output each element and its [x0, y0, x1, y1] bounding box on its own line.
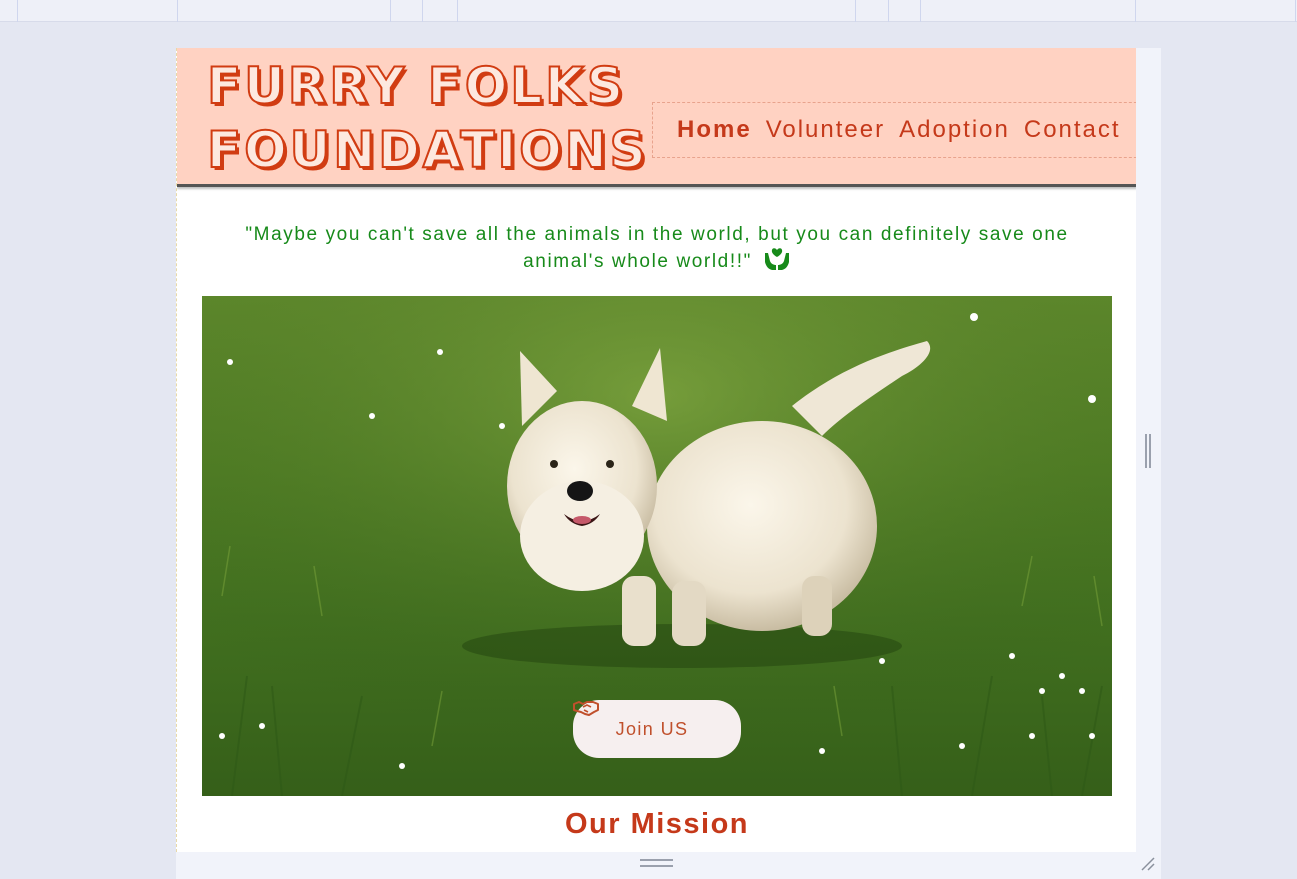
join-us-label: Join US [615, 718, 689, 739]
nav-home[interactable]: Home [677, 116, 752, 144]
ruler-tick [177, 0, 178, 22]
hero-quote: "Maybe you can't save all the animals in… [177, 223, 1136, 278]
ruler-tick [17, 0, 18, 22]
editor-top-strip [0, 0, 1297, 22]
nav-adoption[interactable]: Adoption [899, 116, 1010, 144]
ruler-tick [1135, 0, 1136, 22]
join-us-button[interactable]: Join US [573, 700, 741, 758]
hero-image: Join US [202, 296, 1112, 796]
ruler-tick [855, 0, 856, 22]
ruler-tick [457, 0, 458, 22]
logo-line-1: FURRY FOLKS [206, 56, 626, 116]
quote-text: "Maybe you can't save all the animals in… [245, 224, 1069, 272]
website-page: FURRY FOLKS FOUNDATIONS Home Volunteer A… [176, 48, 1136, 852]
site-logo[interactable]: FURRY FOLKS FOUNDATIONS [206, 54, 649, 182]
vertical-resize-handle[interactable] [1145, 434, 1151, 468]
mission-heading: Our Mission [564, 808, 750, 840]
ruler-tick [390, 0, 391, 22]
hands-holding-heart-icon [763, 247, 791, 278]
nav-volunteer[interactable]: Volunteer [766, 116, 885, 144]
nav-contact[interactable]: Contact [1024, 116, 1121, 144]
ruler-tick [1295, 0, 1296, 22]
ruler-tick [422, 0, 423, 22]
site-header: FURRY FOLKS FOUNDATIONS Home Volunteer A… [177, 48, 1136, 187]
preview-frame: FURRY FOLKS FOUNDATIONS Home Volunteer A… [176, 48, 1161, 879]
resize-grip-icon[interactable] [1140, 856, 1156, 872]
logo-line-2: FOUNDATIONS [206, 120, 649, 180]
horizontal-resize-handle[interactable] [640, 859, 673, 867]
ruler-tick [920, 0, 921, 22]
ruler-tick [888, 0, 889, 22]
main-nav: Home Volunteer Adoption Contact [652, 102, 1136, 158]
